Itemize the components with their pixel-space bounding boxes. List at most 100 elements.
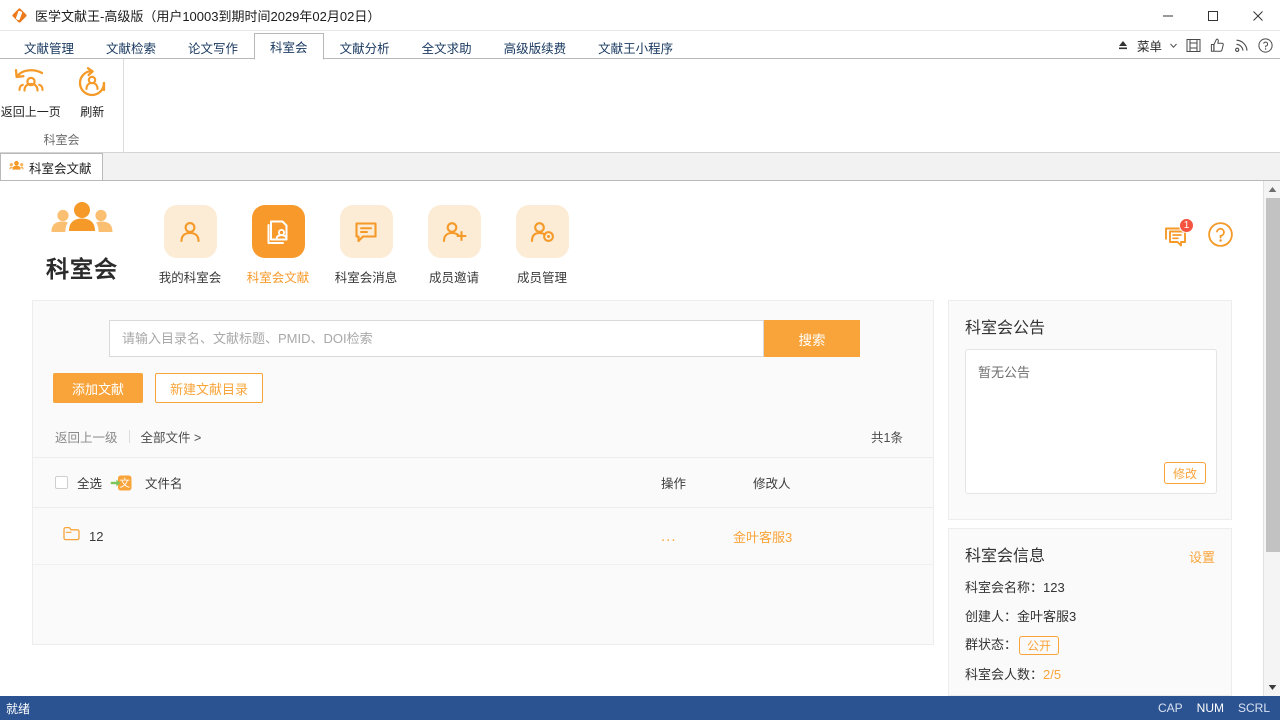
window-title: 医学文献王-高级版（用户10003到期时间2029年02月02日） bbox=[35, 6, 380, 25]
row-modifier: 金叶客服3 bbox=[733, 527, 792, 546]
notice-edit-button[interactable]: 修改 bbox=[1164, 462, 1206, 484]
table-row[interactable]: 12 ... 金叶客服3 bbox=[33, 508, 933, 565]
info-panel: 科室会信息 设置 科室会名称：123 创建人：金叶客服3 群状态：公开 科室会人… bbox=[948, 528, 1232, 696]
column-header-operation: 操作 bbox=[661, 473, 686, 492]
breadcrumb: 返回上一级 全部文件 > 共1条 bbox=[33, 416, 933, 458]
nav-item-keshihui-wenxian[interactable]: 科室会文献 bbox=[234, 205, 322, 286]
ribbon-button-back-label: 返回上一页 bbox=[1, 103, 61, 120]
vertical-scrollbar[interactable] bbox=[1263, 181, 1280, 696]
info-label: 群状态： bbox=[965, 637, 1017, 652]
nav-item-chengyuan-guanli[interactable]: 成员管理 bbox=[498, 205, 586, 286]
page-help-icon[interactable] bbox=[1207, 221, 1234, 253]
ribbon-tab-wenxianjiansuo[interactable]: 文献检索 bbox=[90, 33, 172, 60]
nav-item-label: 成员管理 bbox=[517, 267, 567, 286]
notice-panel-title: 科室会公告 bbox=[965, 314, 1045, 338]
nav-item-label: 成员邀请 bbox=[429, 267, 479, 286]
doc-tab-keshihuiwenxian[interactable]: 科室会文献 bbox=[0, 153, 103, 180]
film-icon[interactable] bbox=[1185, 37, 1202, 54]
ribbon-tab-quanwenqiuzhu[interactable]: 全文求助 bbox=[406, 33, 488, 60]
status-indicator-scrl: SCRL bbox=[1238, 701, 1270, 715]
group-icon bbox=[9, 159, 24, 175]
nav-item-label: 科室会消息 bbox=[335, 267, 398, 286]
ribbon-tab-lunwenxiezuo[interactable]: 论文写作 bbox=[172, 33, 254, 60]
new-folder-button[interactable]: 新建文献目录 bbox=[155, 373, 263, 403]
close-icon[interactable] bbox=[1235, 0, 1280, 31]
breadcrumb-divider bbox=[129, 430, 130, 443]
thumbs-up-icon[interactable] bbox=[1209, 37, 1226, 54]
row-operation-menu[interactable]: ... bbox=[661, 528, 677, 545]
message-bubble-button[interactable]: 1 bbox=[1161, 222, 1191, 252]
info-label: 创建人： bbox=[965, 609, 1017, 624]
minimize-icon[interactable] bbox=[1145, 0, 1190, 31]
status-message: 就绪 bbox=[6, 700, 30, 717]
document-person-icon bbox=[252, 205, 305, 258]
notice-box: 暂无公告 修改 bbox=[965, 349, 1217, 494]
brand-block: 科室会 bbox=[34, 199, 130, 284]
ribbon-tab-keshihui[interactable]: 科室会 bbox=[254, 33, 324, 60]
ribbon-menu-label[interactable]: 菜单 bbox=[1137, 36, 1162, 55]
table-header: 全选 文 文件名 操作 修改人 bbox=[33, 458, 933, 508]
row-filename[interactable]: 12 bbox=[89, 529, 103, 544]
scroll-down-arrow-icon[interactable] bbox=[1264, 679, 1280, 696]
ribbon-tab-wenxianwangxiaochengxu[interactable]: 文献王小程序 bbox=[582, 33, 689, 60]
info-settings-link[interactable]: 设置 bbox=[1189, 547, 1215, 566]
message-icon bbox=[340, 205, 393, 258]
page-nav-header: 科室会 我的科室会 bbox=[0, 195, 1264, 295]
people-group-icon bbox=[49, 199, 115, 248]
maximize-icon[interactable] bbox=[1190, 0, 1235, 31]
ribbon-tab-wenxianguanli[interactable]: 文献管理 bbox=[8, 33, 90, 60]
add-literature-button[interactable]: 添加文献 bbox=[53, 373, 143, 403]
info-panel-title: 科室会信息 bbox=[965, 542, 1045, 566]
app-logo-icon bbox=[12, 8, 27, 23]
window-controls bbox=[1145, 0, 1280, 31]
status-indicators: CAP NUM SCRL bbox=[1158, 701, 1270, 715]
document-tab-strip: 科室会文献 bbox=[0, 153, 1280, 181]
person-gear-icon bbox=[516, 205, 569, 258]
nav-item-chengyuan-yaoqing[interactable]: 成员邀请 bbox=[410, 205, 498, 286]
info-row-name: 科室会名称：123 bbox=[965, 577, 1065, 596]
title-bar: 医学文献王-高级版（用户10003到期时间2029年02月02日） bbox=[0, 0, 1280, 31]
ribbon-tab-strip: 文献管理 文献检索 论文写作 科室会 文献分析 全文求助 高级版续费 文献王小程… bbox=[0, 31, 1280, 59]
nav-item-keshihui-xiaoxi[interactable]: 科室会消息 bbox=[322, 205, 410, 286]
breadcrumb-current[interactable]: 全部文件 > bbox=[141, 427, 202, 446]
application-window: 医学文献王-高级版（用户10003到期时间2029年02月02日） 文献管理 文… bbox=[0, 0, 1280, 720]
info-row-status: 群状态：公开 bbox=[965, 634, 1059, 655]
info-value: 123 bbox=[1043, 580, 1065, 595]
question-circle-icon[interactable] bbox=[1257, 37, 1274, 54]
content-area: 科室会 我的科室会 bbox=[0, 181, 1280, 696]
ribbon-button-refresh[interactable]: 刷新 bbox=[62, 65, 124, 120]
status-badge: 公开 bbox=[1019, 636, 1059, 655]
ribbon-button-refresh-label: 刷新 bbox=[80, 103, 104, 120]
info-row-creator: 创建人：金叶客服3 bbox=[965, 606, 1076, 625]
breadcrumb-back-link[interactable]: 返回上一级 bbox=[55, 427, 118, 446]
person-icon bbox=[164, 205, 217, 258]
rss-icon[interactable] bbox=[1233, 37, 1250, 54]
ribbon-body: 返回上一页 刷新 科室会 bbox=[0, 58, 1280, 153]
ribbon-tab-gaojibanxufei[interactable]: 高级版续费 bbox=[488, 33, 583, 60]
ribbon-right-tools: 菜单 bbox=[1116, 31, 1274, 59]
keshihui-page: 科室会 我的科室会 bbox=[0, 181, 1264, 696]
chevron-down-icon[interactable] bbox=[1169, 41, 1178, 50]
ribbon-button-back[interactable]: 返回上一页 bbox=[0, 65, 62, 120]
person-plus-icon bbox=[428, 205, 481, 258]
back-arrow-group-icon bbox=[12, 65, 50, 101]
scroll-up-arrow-icon[interactable] bbox=[1264, 181, 1280, 198]
info-label: 科室会人数： bbox=[965, 667, 1043, 682]
scrollbar-thumb[interactable] bbox=[1266, 198, 1280, 552]
message-badge: 1 bbox=[1179, 218, 1194, 233]
collapse-ribbon-icon[interactable] bbox=[1116, 38, 1130, 52]
folder-icon bbox=[63, 526, 80, 546]
nav-item-my-keshihui[interactable]: 我的科室会 bbox=[146, 205, 234, 286]
page-nav-items: 我的科室会 科室会文献 bbox=[146, 205, 586, 286]
notice-text: 暂无公告 bbox=[978, 362, 1030, 381]
select-all-checkbox[interactable] bbox=[55, 476, 68, 489]
search-button[interactable]: 搜索 bbox=[764, 320, 860, 357]
ribbon-group-title: 科室会 bbox=[0, 131, 123, 148]
import-literature-icon[interactable]: 文 bbox=[110, 472, 132, 494]
refresh-group-icon bbox=[75, 65, 109, 101]
search-input[interactable] bbox=[109, 320, 764, 357]
select-all-label: 全选 bbox=[77, 473, 102, 492]
file-browser-panel: 搜索 添加文献 新建文献目录 返回上一级 全部文件 > 共1条 全选 bbox=[32, 300, 934, 645]
ribbon-tab-wenxianfenxi[interactable]: 文献分析 bbox=[324, 33, 406, 60]
status-bar: 就绪 CAP NUM SCRL bbox=[0, 696, 1280, 720]
